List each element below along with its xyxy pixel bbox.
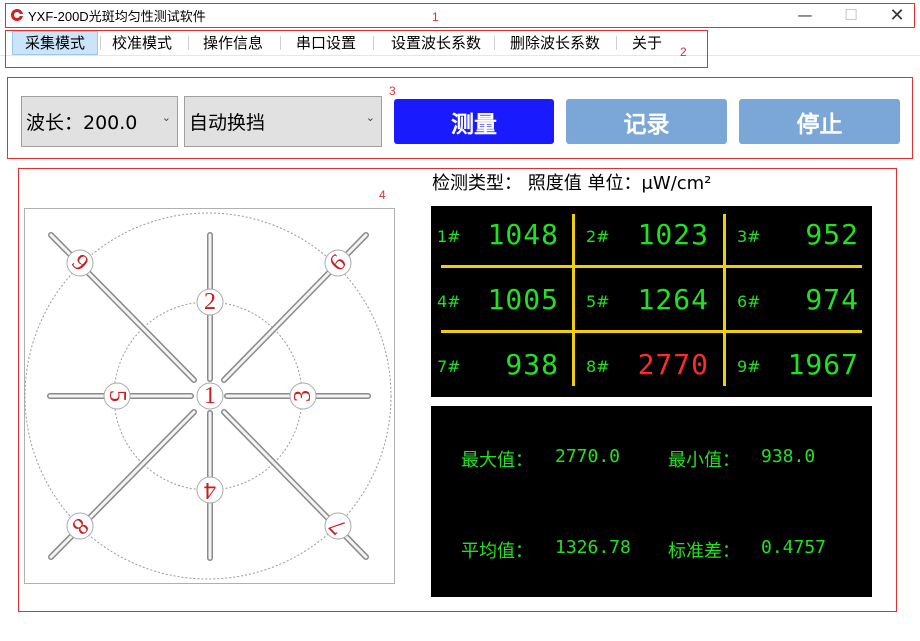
reading-value: 938 <box>505 348 559 381</box>
record-button[interactable]: 记录 <box>566 99 727 144</box>
reading-value: 1023 <box>637 218 709 251</box>
min-label: 最小值： <box>668 450 740 471</box>
reading-value: 952 <box>805 218 859 251</box>
annotation-label-3: 3 <box>389 84 396 98</box>
annotation-label-4: 4 <box>379 188 386 202</box>
reading-value-alert: 2770 <box>637 348 709 381</box>
range-mode-value: 自动换挡 <box>189 112 266 134</box>
point-4-label: 4 <box>204 477 216 503</box>
reading-value: 1048 <box>487 218 559 251</box>
grid-line-v2 <box>723 214 726 386</box>
max-label: 最大值： <box>461 450 533 471</box>
point-5-label: 5 <box>104 390 130 402</box>
range-mode-select[interactable]: 自动换挡 ⌄ <box>184 96 382 147</box>
point-1-label: 1 <box>204 383 216 409</box>
chevron-down-icon: ⌄ <box>365 111 375 124</box>
annotation-label-1: 1 <box>432 10 439 24</box>
average-value: 1326.78 <box>555 537 631 558</box>
annotation-box-2 <box>5 30 708 68</box>
wavelength-value: 波长：200.0 <box>26 112 138 134</box>
stop-button[interactable]: 停止 <box>739 99 900 144</box>
grid-line-h2 <box>441 330 862 333</box>
grid-line-h1 <box>441 265 862 268</box>
point-2-label: 2 <box>204 289 216 315</box>
annotation-label-2: 2 <box>680 45 687 59</box>
reading-value: 1264 <box>637 283 709 316</box>
std-dev-label: 标准差： <box>668 541 740 562</box>
reading-value: 974 <box>805 283 859 316</box>
measure-button[interactable]: 测量 <box>394 99 554 144</box>
readings-panel: 1# 1048 2# 1023 3# 952 4# 1005 5# 1264 6… <box>431 206 872 397</box>
detection-type-label: 检测类型： 照度值 单位：μW/cm² <box>432 173 712 194</box>
reading-value: 1005 <box>487 283 559 316</box>
wavelength-select[interactable]: 波长：200.0 ⌄ <box>21 96 178 147</box>
statistics-panel: 最大值： 2770.0 最小值： 938.0 平均值： 1326.78 标准差：… <box>431 406 872 597</box>
max-value: 2770.0 <box>555 446 621 467</box>
std-dev-value: 0.4757 <box>761 537 827 558</box>
point-3-label: 3 <box>290 390 316 402</box>
grid-line-v1 <box>572 214 575 386</box>
reading-value: 1967 <box>787 348 859 381</box>
annotation-box-1 <box>5 3 915 28</box>
average-label: 平均值： <box>461 541 533 562</box>
min-value: 938.0 <box>761 446 816 467</box>
measurement-point-diagram: 1 2 3 4 5 6 7 8 9 <box>24 208 395 584</box>
chevron-down-icon: ⌄ <box>161 111 171 124</box>
